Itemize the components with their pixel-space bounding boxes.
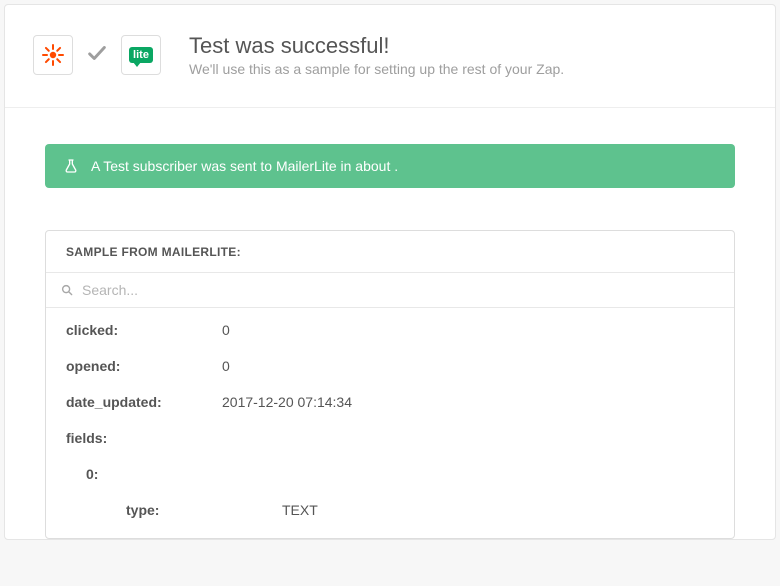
page-title: Test was successful! — [189, 33, 564, 59]
scroll-spacer — [46, 528, 734, 538]
panel-header: lite Test was successful! We'll use this… — [5, 5, 775, 108]
sample-search-input[interactable] — [82, 282, 720, 298]
panel-body: A Test subscriber was sent to MailerLite… — [5, 108, 775, 539]
beaker-icon — [63, 158, 79, 174]
sample-row-fields-0: 0: — [46, 456, 734, 492]
mailerlite-badge-icon: lite — [129, 47, 153, 63]
page-subtitle: We'll use this as a sample for setting u… — [189, 61, 564, 77]
search-icon — [60, 283, 74, 297]
sample-value: TEXT — [282, 502, 318, 518]
sample-key: clicked: — [66, 322, 222, 338]
success-alert: A Test subscriber was sent to MailerLite… — [45, 144, 735, 188]
sample-key: fields: — [66, 430, 222, 446]
mailerlite-app-icon: lite — [121, 35, 161, 75]
sample-key: opened: — [66, 358, 222, 374]
sample-row-opened: opened: 0 — [46, 348, 734, 384]
sample-key: date_updated: — [66, 394, 222, 410]
sample-value: 0 — [222, 358, 230, 374]
zap-test-panel: lite Test was successful! We'll use this… — [4, 4, 776, 540]
sample-row-fields: fields: — [46, 420, 734, 456]
header-text: Test was successful! We'll use this as a… — [189, 33, 564, 77]
sample-data-card: SAMPLE FROM MAILERLITE: clicked: 0 opene… — [45, 230, 735, 539]
sample-row-clicked: clicked: 0 — [46, 312, 734, 348]
success-alert-text: A Test subscriber was sent to MailerLite… — [91, 158, 398, 174]
sample-key: type: — [126, 502, 282, 518]
sample-search-row — [46, 272, 734, 308]
connector-check-icon — [83, 42, 111, 69]
zapier-app-icon — [33, 35, 73, 75]
sample-title: SAMPLE FROM MAILERLITE: — [46, 231, 734, 272]
sample-value: 0 — [222, 322, 230, 338]
zapier-burst-icon — [41, 43, 65, 67]
sample-row-date-updated: date_updated: 2017-12-20 07:14:34 — [46, 384, 734, 420]
sample-data-scroll[interactable]: clicked: 0 opened: 0 date_updated: 2017-… — [46, 308, 734, 538]
sample-value: 2017-12-20 07:14:34 — [222, 394, 352, 410]
sample-key: 0: — [86, 466, 222, 482]
sample-row-fields-0-type: type: TEXT — [46, 492, 734, 528]
